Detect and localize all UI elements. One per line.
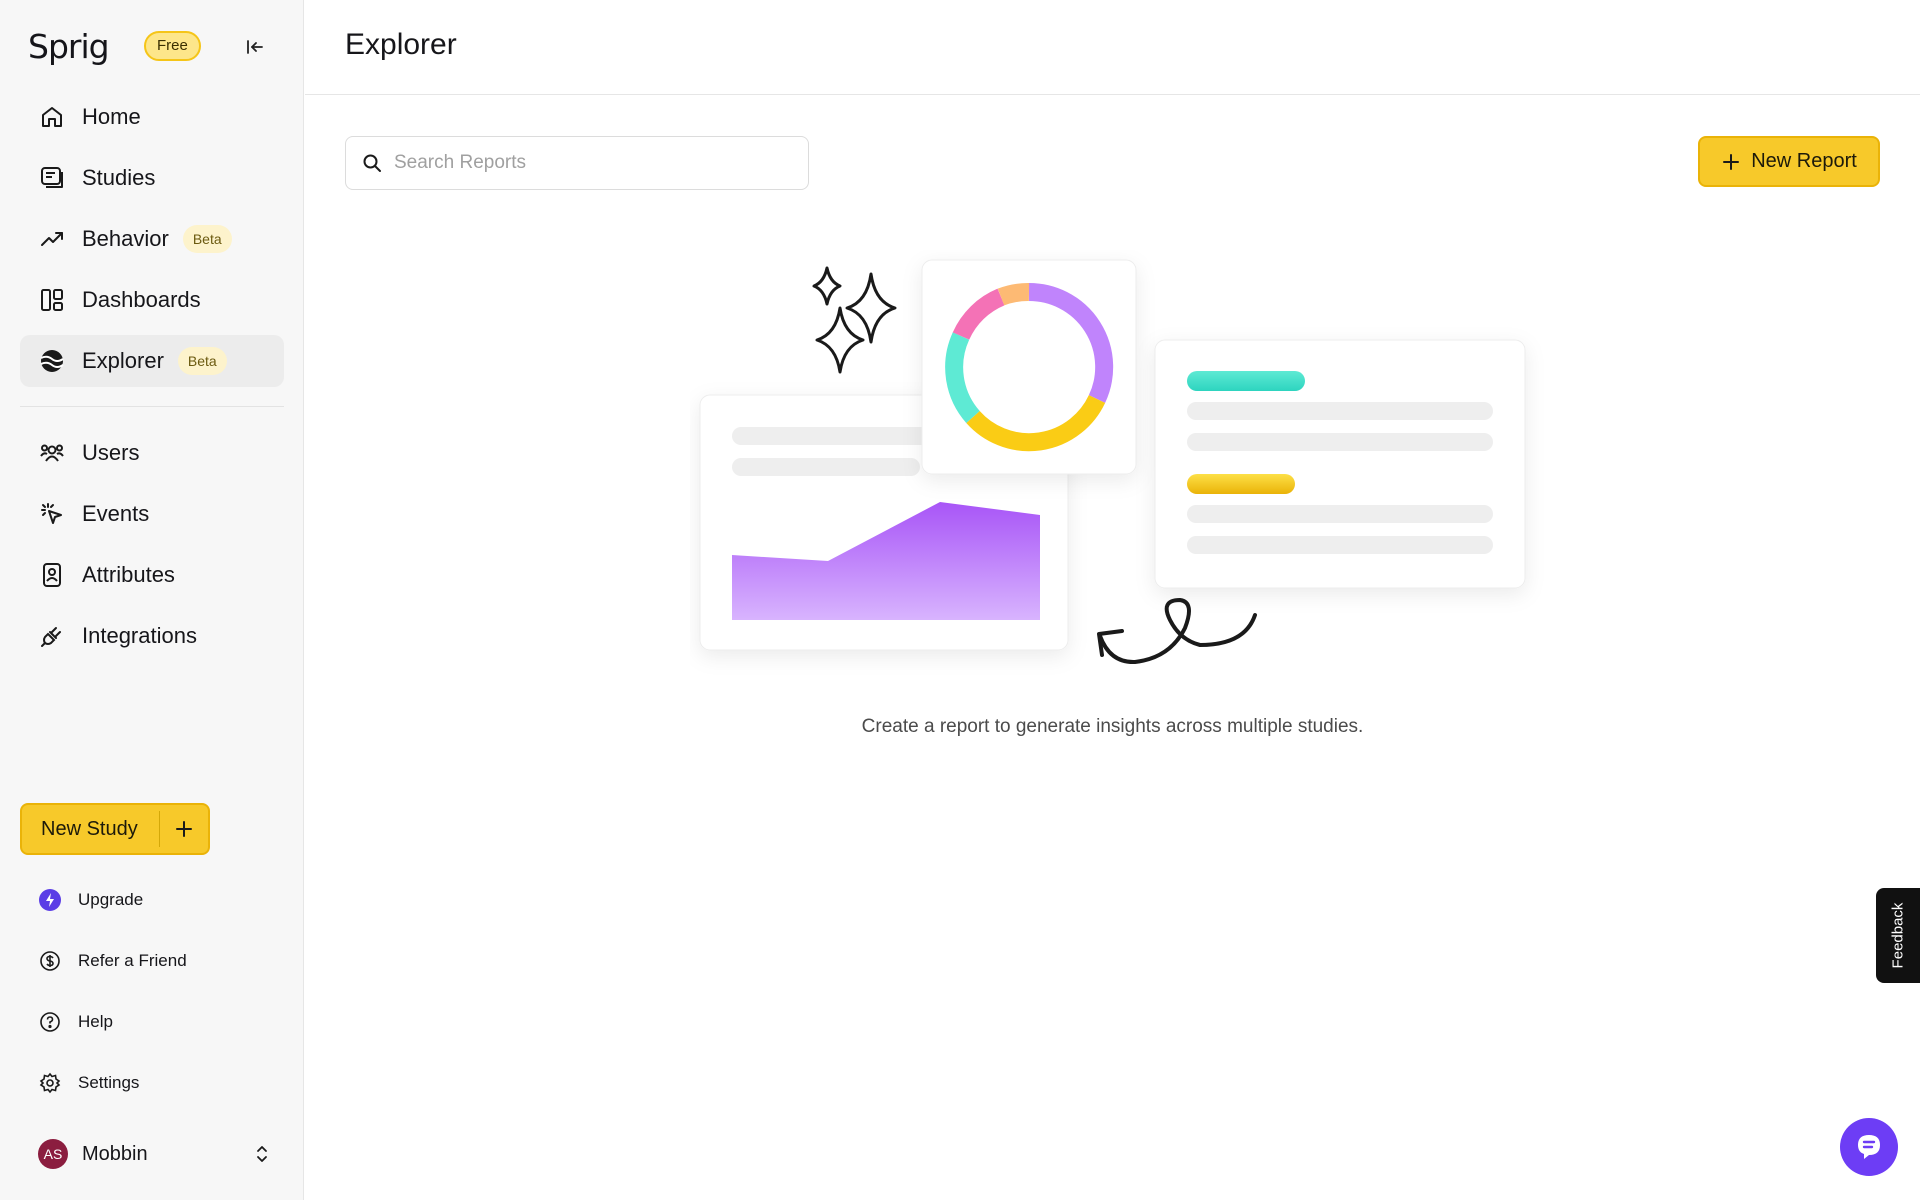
studies-icon — [38, 164, 66, 192]
new-study-button[interactable]: New Study — [22, 805, 159, 853]
users-icon — [38, 439, 66, 467]
curly-arrow-icon — [1097, 598, 1257, 665]
sidebar-item-help[interactable]: Help — [20, 1000, 284, 1044]
trending-up-icon — [38, 225, 66, 253]
sidebar-item-refer[interactable]: Refer a Friend — [20, 939, 284, 983]
gear-icon — [38, 1071, 62, 1095]
beta-badge: Beta — [177, 347, 227, 375]
beta-badge: Beta — [182, 225, 232, 253]
new-study-add-button[interactable] — [160, 805, 208, 853]
chevron-up-down-icon — [248, 1140, 276, 1168]
sidebar-item-label: Studies — [82, 165, 156, 190]
search-icon — [363, 154, 381, 172]
sidebar-item-label: Events — [82, 501, 150, 526]
search-input[interactable] — [394, 152, 808, 174]
sidebar-item-label: Attributes — [82, 562, 175, 587]
bolt-icon — [38, 888, 62, 912]
empty-state-caption: Create a report to generate insights acr… — [861, 716, 1364, 737]
sidebar-item-label: Integrations — [82, 623, 197, 648]
plug-icon — [38, 622, 66, 650]
data-nav: Users Events Attributes Integrations — [20, 427, 284, 671]
sparkles-icon — [812, 266, 897, 374]
sidebar-item-label: Refer a Friend — [78, 951, 187, 970]
sidebar-item-label: Help — [78, 1012, 113, 1031]
primary-nav: Home Studies Behavior Beta Dashboards Ex… — [20, 91, 284, 396]
sidebar-item-studies[interactable]: Studies — [20, 152, 284, 204]
sidebar-item-label: Upgrade — [78, 890, 144, 909]
sidebar-item-events[interactable]: Events — [20, 488, 284, 540]
help-icon — [38, 1010, 62, 1034]
sidebar-item-label: Settings — [78, 1073, 140, 1092]
sidebar-item-upgrade[interactable]: Upgrade — [20, 878, 284, 922]
plan-badge: Free — [144, 31, 201, 61]
sidebar-item-label: Behavior — [82, 226, 169, 251]
collapse-sidebar-button[interactable] — [240, 32, 270, 62]
sidebar-item-settings[interactable]: Settings — [20, 1061, 284, 1105]
brand: Sprig — [28, 22, 110, 70]
donut-chart-card — [921, 259, 1137, 475]
new-study-split-button: New Study — [20, 803, 210, 855]
sidebar: Sprig Free Home Studies Behavior Beta Da… — [0, 0, 304, 1200]
avatar: AS — [38, 1139, 68, 1169]
new-report-label: New Report — [1751, 150, 1857, 172]
dollar-icon — [38, 949, 62, 973]
sidebar-item-label: Explorer — [82, 348, 164, 373]
feedback-tab[interactable]: Feedback — [1876, 888, 1920, 983]
attributes-icon — [38, 561, 66, 589]
empty-state-illustration — [699, 259, 1526, 665]
collapse-left-icon — [247, 40, 263, 54]
explorer-icon — [38, 347, 66, 375]
list-card — [1154, 339, 1526, 589]
plus-icon — [176, 821, 192, 837]
chat-support-button[interactable] — [1840, 1118, 1898, 1176]
sidebar-divider — [20, 406, 284, 407]
page-title: Explorer — [345, 28, 457, 61]
account-switcher[interactable]: AS Mobbin — [20, 1132, 284, 1176]
sidebar-item-behavior[interactable]: Behavior Beta — [20, 213, 284, 265]
sidebar-item-explorer[interactable]: Explorer Beta — [20, 335, 284, 387]
sidebar-item-dashboards[interactable]: Dashboards — [20, 274, 284, 326]
events-icon — [38, 500, 66, 528]
dashboard-icon — [38, 286, 66, 314]
plus-icon — [1723, 153, 1740, 170]
feedback-label: Feedback — [1889, 902, 1907, 969]
search-box[interactable] — [345, 136, 809, 190]
new-report-button[interactable]: New Report — [1698, 136, 1880, 187]
home-icon — [38, 103, 66, 131]
sidebar-item-label: Users — [82, 440, 140, 465]
sprig-logo[interactable]: Sprig — [28, 27, 110, 66]
chat-icon — [1858, 1135, 1880, 1159]
sidebar-item-label: Home — [82, 104, 141, 129]
account-name: Mobbin — [82, 1142, 148, 1165]
sidebar-item-label: Dashboards — [82, 287, 201, 312]
sidebar-item-users[interactable]: Users — [20, 427, 284, 479]
sidebar-item-home[interactable]: Home — [20, 91, 284, 143]
sidebar-item-attributes[interactable]: Attributes — [20, 549, 284, 601]
page-header: Explorer — [305, 0, 1920, 95]
sidebar-item-integrations[interactable]: Integrations — [20, 610, 284, 662]
